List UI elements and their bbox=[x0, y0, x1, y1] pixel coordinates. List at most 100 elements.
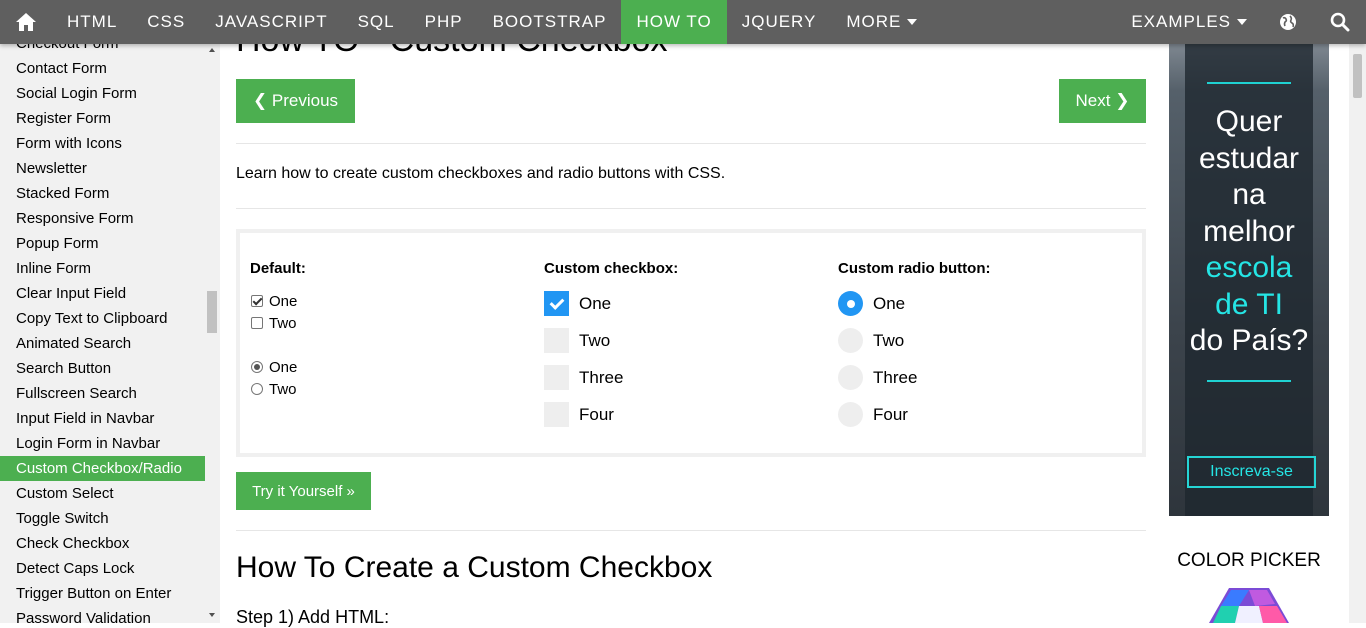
sidebar-item[interactable]: Inline Form bbox=[0, 256, 205, 281]
top-navbar: HTML CSS JAVASCRIPT SQL PHP BOOTSTRAP HOW TO JQ… bbox=[0, 0, 1366, 44]
custom-checkbox-row[interactable]: One bbox=[544, 285, 678, 322]
sidebar-item[interactable]: Fullscreen Search bbox=[0, 381, 205, 406]
demo-box: Default: One Two One Two Custom checkbox: … bbox=[236, 229, 1146, 457]
sidebar-item[interactable]: Detect Caps Lock bbox=[0, 556, 205, 581]
custom-checkbox[interactable] bbox=[544, 365, 569, 390]
sidebar-item[interactable]: Input Field in Navbar bbox=[0, 406, 205, 431]
nav-item-how-to[interactable]: HOW TO bbox=[621, 0, 727, 44]
color-picker-icon[interactable] bbox=[1209, 588, 1289, 623]
ad-headline-line: estudar bbox=[1198, 141, 1300, 175]
radio-label: One bbox=[873, 293, 906, 313]
try-it-yourself-button[interactable]: Try it Yourself » bbox=[236, 472, 371, 510]
sidebar: Checkout FormContact FormSocial Login Fo… bbox=[0, 44, 220, 623]
custom-checkbox-row[interactable]: Four bbox=[544, 396, 678, 433]
ad-headline-highlight: escola bbox=[1205, 251, 1293, 284]
nav-item-jquery[interactable]: JQUERY bbox=[727, 0, 832, 44]
default-checkbox-row[interactable]: One bbox=[250, 290, 306, 312]
nav-item-label: PHP bbox=[424, 12, 463, 31]
sidebar-item[interactable]: Newsletter bbox=[0, 156, 205, 181]
globe-icon[interactable] bbox=[1262, 0, 1314, 44]
sidebar-item[interactable]: Copy Text to Clipboard bbox=[0, 306, 205, 331]
sidebar-item[interactable]: Animated Search bbox=[0, 331, 205, 356]
custom-radio[interactable] bbox=[838, 328, 863, 353]
nav-item-more[interactable]: MORE bbox=[831, 0, 932, 44]
search-icon[interactable] bbox=[1314, 0, 1366, 44]
checkbox-label: Four bbox=[579, 404, 614, 424]
custom-radio-row[interactable]: Three bbox=[838, 359, 990, 396]
radio-label: Four bbox=[873, 404, 908, 424]
default-radio-row[interactable]: Two bbox=[250, 378, 306, 400]
sidebar-item[interactable]: Check Checkbox bbox=[0, 531, 205, 556]
sidebar-item[interactable]: Custom Select bbox=[0, 481, 205, 506]
custom-checkbox-title: Custom checkbox: bbox=[544, 260, 679, 277]
nav-item-label: HOW TO bbox=[636, 12, 712, 31]
custom-radio[interactable] bbox=[838, 365, 863, 390]
divider bbox=[236, 530, 1146, 531]
sidebar-item[interactable]: Custom Checkbox/Radio bbox=[0, 456, 205, 481]
custom-checkbox-group: One Two Three Four bbox=[544, 285, 678, 433]
sidebar-item[interactable]: Form with Icons bbox=[0, 131, 205, 156]
custom-checkbox-row[interactable]: Three bbox=[544, 359, 678, 396]
default-radio[interactable] bbox=[251, 383, 263, 395]
scroll-up-arrow-icon[interactable] bbox=[209, 48, 215, 52]
color-picker-title: COLOR PICKER bbox=[1177, 550, 1321, 571]
home-icon[interactable] bbox=[0, 0, 52, 44]
custom-checkbox[interactable] bbox=[544, 402, 569, 427]
sidebar-item[interactable]: Stacked Form bbox=[0, 181, 205, 206]
scroll-down-arrow-icon[interactable] bbox=[209, 613, 215, 617]
divider bbox=[236, 208, 1146, 209]
ad-cta-button[interactable]: Inscreva-se bbox=[1187, 456, 1316, 488]
nav-item-sql[interactable]: SQL bbox=[343, 0, 410, 44]
sidebar-list: Checkout FormContact FormSocial Login Fo… bbox=[0, 44, 205, 623]
next-button[interactable]: Next ❯ bbox=[1059, 79, 1146, 123]
custom-radio-title: Custom radio button: bbox=[838, 260, 991, 277]
custom-checkbox-row[interactable]: Two bbox=[544, 322, 678, 359]
ad-headline-line: melhor bbox=[1203, 214, 1295, 248]
nav-item-css[interactable]: CSS bbox=[132, 0, 200, 44]
default-radio-row[interactable]: One bbox=[250, 356, 306, 378]
default-checkbox[interactable] bbox=[251, 317, 263, 329]
custom-radio-row[interactable]: Two bbox=[838, 322, 990, 359]
ad-headline-highlight: de TI bbox=[1215, 287, 1283, 321]
sidebar-item[interactable]: Password Validation bbox=[0, 606, 205, 623]
sidebar-item[interactable]: Contact Form bbox=[0, 56, 205, 81]
sidebar-item[interactable]: Popup Form bbox=[0, 231, 205, 256]
sidebar-item[interactable]: Toggle Switch bbox=[0, 506, 205, 531]
radio-label: One bbox=[269, 358, 298, 376]
sidebar-item[interactable]: Clear Input Field bbox=[0, 281, 205, 306]
nav-item-javascript[interactable]: JAVASCRIPT bbox=[200, 0, 342, 44]
radio-label: Two bbox=[269, 380, 297, 398]
sidebar-item[interactable]: Checkout Form bbox=[0, 44, 205, 56]
custom-checkbox[interactable] bbox=[544, 291, 569, 316]
checkbox-label: Two bbox=[579, 330, 611, 350]
sidebar-item[interactable]: Login Form in Navbar bbox=[0, 431, 205, 456]
sidebar-item[interactable]: Search Button bbox=[0, 356, 205, 381]
sidebar-item[interactable]: Trigger Button on Enter bbox=[0, 581, 205, 606]
nav-item-label: JAVASCRIPT bbox=[215, 12, 328, 31]
page-scroll-thumb[interactable] bbox=[1353, 54, 1362, 98]
ad-divider bbox=[1207, 82, 1291, 84]
nav-item-php[interactable]: PHP bbox=[410, 0, 478, 44]
sidebar-scroll-thumb[interactable] bbox=[207, 291, 217, 333]
advertisement[interactable]: Quer estudar na melhor escola de TI do País? I… bbox=[1169, 44, 1329, 516]
sidebar-item[interactable]: Register Form bbox=[0, 106, 205, 131]
custom-radio[interactable] bbox=[838, 402, 863, 427]
checkbox-label: One bbox=[579, 293, 612, 313]
nav-item-html[interactable]: HTML bbox=[52, 0, 132, 44]
custom-checkbox[interactable] bbox=[544, 328, 569, 353]
sidebar-item[interactable]: Social Login Form bbox=[0, 81, 205, 106]
sidebar-scrollbar[interactable] bbox=[205, 44, 220, 623]
page-scrollbar[interactable] bbox=[1349, 44, 1366, 623]
custom-radio-row[interactable]: One bbox=[838, 285, 990, 322]
nav-item-bootstrap[interactable]: BOOTSTRAP bbox=[478, 0, 622, 44]
examples-menu[interactable]: EXAMPLES bbox=[1116, 0, 1262, 44]
nav-item-label: BOOTSTRAP bbox=[492, 12, 607, 31]
sidebar-item[interactable]: Responsive Form bbox=[0, 206, 205, 231]
nav-item-label: JQUERY bbox=[741, 12, 817, 31]
default-checkbox-row[interactable]: Two bbox=[250, 312, 306, 334]
previous-button[interactable]: ❮ Previous bbox=[236, 79, 355, 123]
custom-radio-row[interactable]: Four bbox=[838, 396, 990, 433]
custom-radio[interactable] bbox=[838, 291, 863, 316]
default-checkbox[interactable] bbox=[251, 295, 263, 307]
default-radio[interactable] bbox=[251, 361, 263, 373]
